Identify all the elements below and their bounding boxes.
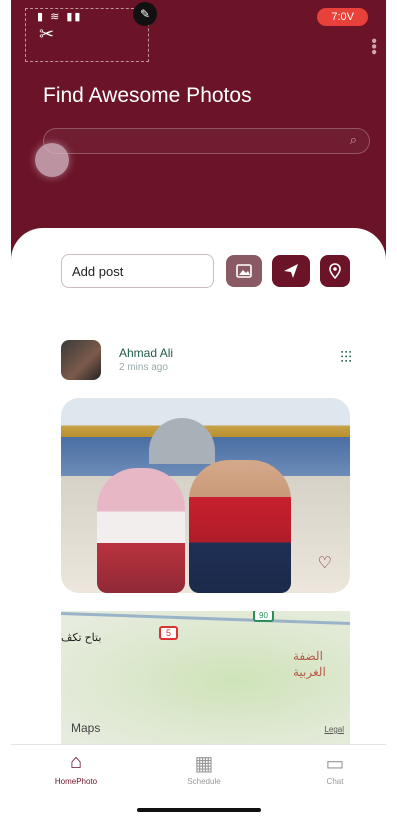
maps-brand: Maps (71, 721, 100, 735)
map-route-90-badge: 90 (253, 611, 274, 622)
tab-label-schedule: Schedule (187, 777, 221, 786)
map-place-label: بتاح تكڤ (61, 632, 102, 644)
touch-indicator (35, 143, 69, 177)
tab-label-home: HomePhoto (54, 777, 98, 786)
search-icon[interactable]: ⌕ (350, 132, 357, 148)
location-map[interactable]: 5 90 بتاح تكڤ الضفة الغربية Maps Legal (61, 611, 350, 751)
map-region-label-1: الضفة (293, 649, 323, 663)
tab-home-photo[interactable]: ⌂ HomePhoto (31, 751, 121, 786)
map-region-label-2: الغربية (293, 665, 326, 679)
header: ✎ ▮ ≋ ▮▮ ✂ 7:0V ••• Find Awesome Photos … (11, 0, 386, 262)
search-input[interactable]: ⌕ (43, 128, 370, 154)
map-legal-link[interactable]: Legal (324, 725, 344, 734)
send-button[interactable] (272, 255, 310, 287)
home-indicator[interactable] (137, 808, 261, 812)
post-photo[interactable]: ♡ (61, 398, 350, 593)
photo-dome (149, 418, 215, 464)
status-bar-icons: ▮ ≋ ▮▮ (37, 11, 83, 23)
location-pin-icon (329, 263, 341, 279)
maps-brand-text: Maps (71, 721, 101, 735)
send-icon (284, 264, 298, 278)
chat-icon: ▭ (325, 753, 345, 775)
content-sheet: Ahmad Ali 2 mins ago ⫶⫶⫶ ♡ 5 90 بتاح تكڤ… (11, 228, 386, 819)
calendar-icon: ▦ (194, 753, 214, 775)
page-title: Find Awesome Photos (43, 84, 252, 107)
map-terrain (61, 611, 350, 751)
more-menu-icon[interactable]: ••• (365, 38, 382, 55)
map-route-5-badge: 5 (159, 626, 179, 640)
post-author-name[interactable]: Ahmad Ali (119, 346, 173, 360)
tab-label-chat: Chat (326, 777, 344, 786)
post-timestamp: 2 mins ago (119, 362, 168, 373)
add-image-button[interactable] (226, 255, 262, 287)
tab-schedule[interactable]: ▦ Schedule (159, 751, 249, 786)
app-logo-icon: ✂ (39, 24, 55, 44)
filter-settings-icon[interactable]: ⫶⫶⫶ (340, 350, 352, 368)
image-icon (236, 264, 252, 278)
photo-person-right (189, 460, 291, 593)
add-post-input[interactable] (61, 254, 214, 288)
home-icon: ⌂ (69, 751, 83, 773)
avatar[interactable] (61, 340, 101, 380)
app-screen: ✎ ▮ ≋ ▮▮ ✂ 7:0V ••• Find Awesome Photos … (11, 0, 386, 819)
edit-icon[interactable]: ✎ (133, 2, 157, 26)
status-time-pill[interactable]: 7:0V (317, 8, 368, 26)
heart-icon[interactable]: ♡ (318, 553, 332, 573)
tab-chat[interactable]: ▭ Chat (290, 751, 380, 786)
bottom-tab-bar: ⌂ HomePhoto ▦ Schedule ▭ Chat (11, 744, 386, 797)
location-button[interactable] (320, 255, 350, 287)
photo-person-left (97, 468, 185, 593)
